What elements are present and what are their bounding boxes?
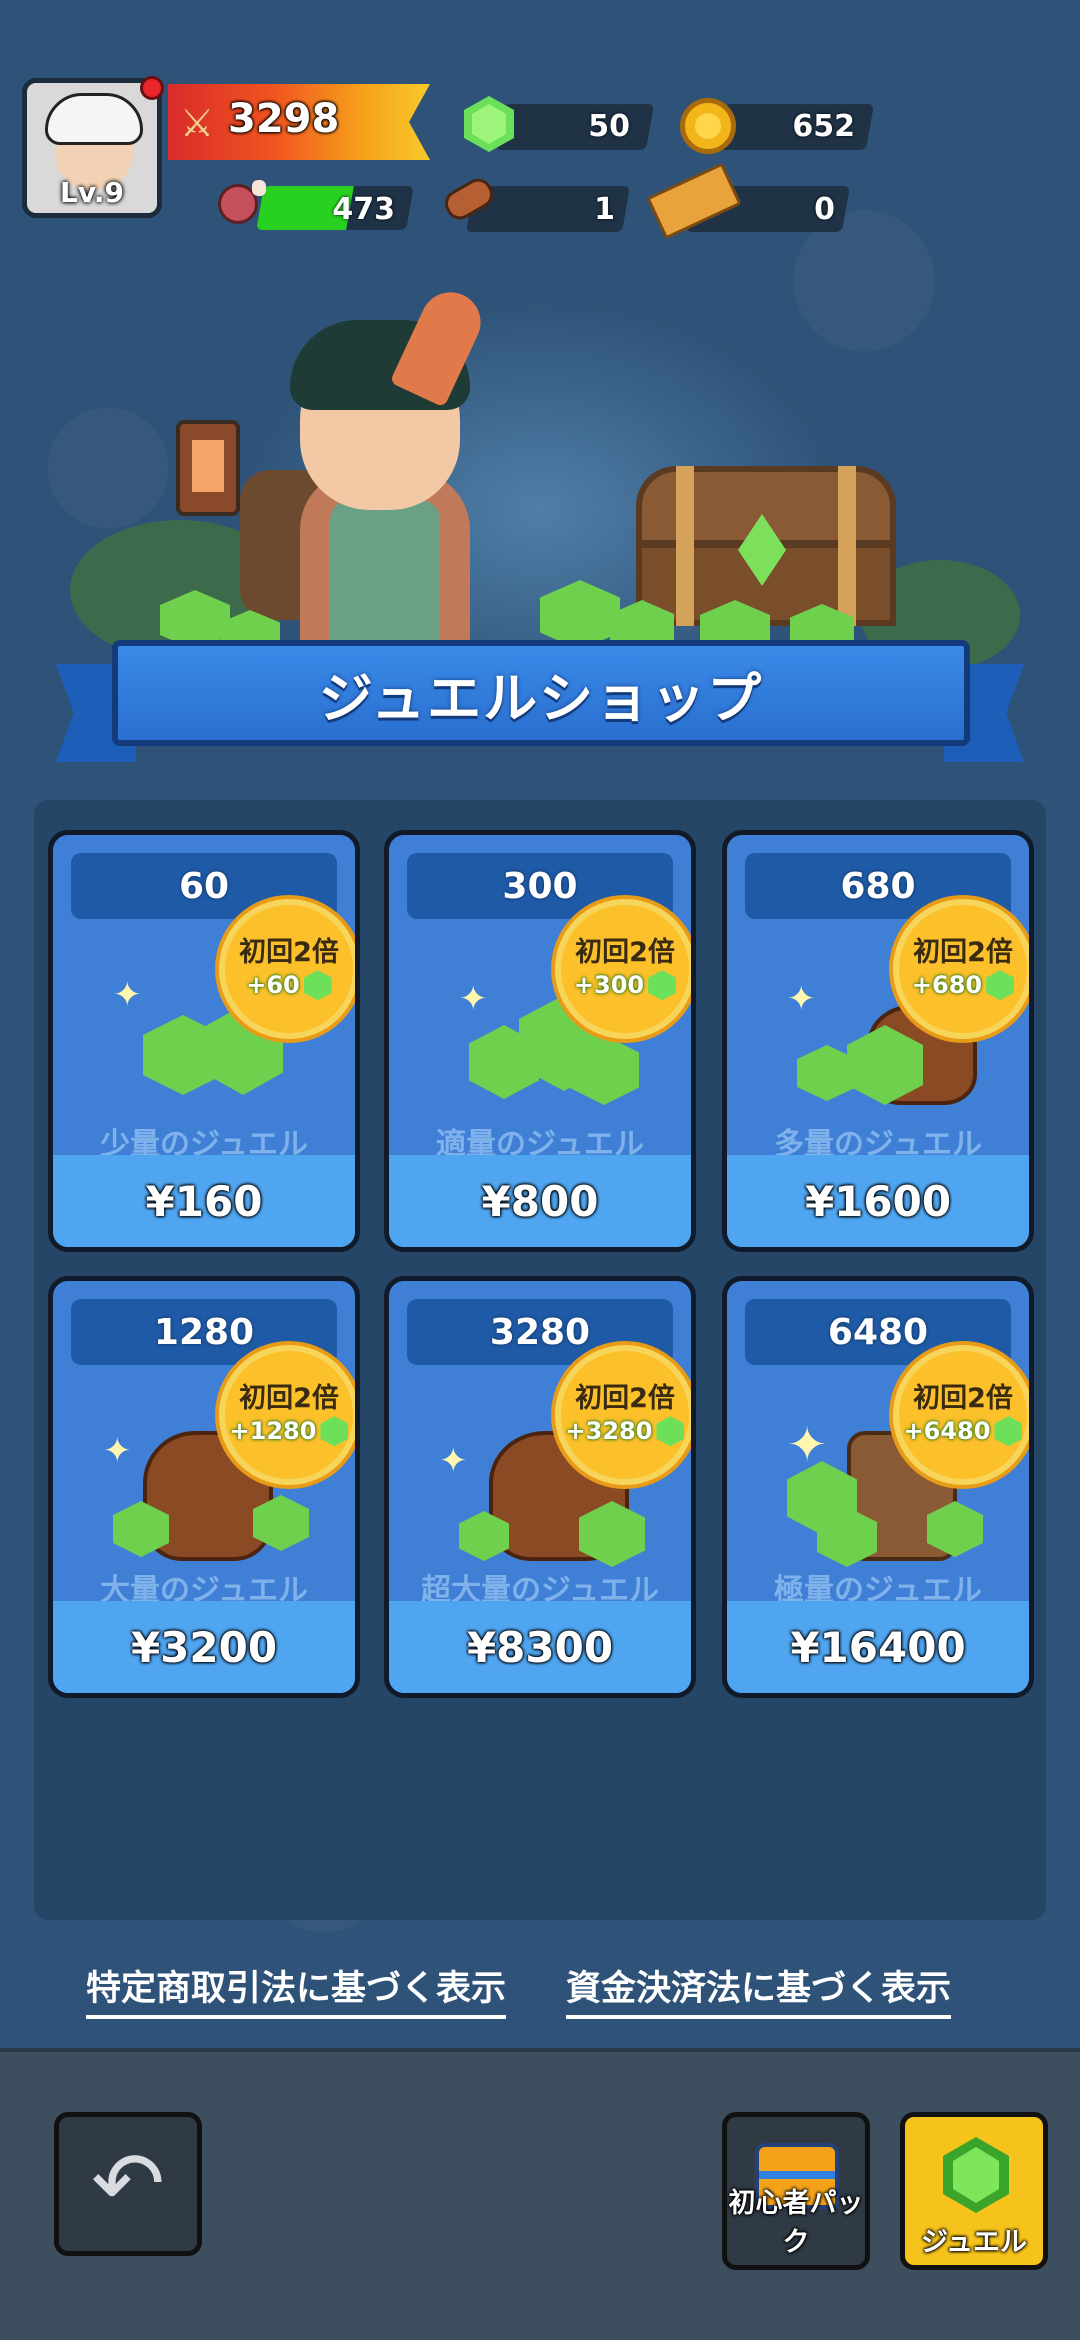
payment-law-link[interactable]: 資金決済法に基づく表示 <box>566 1960 952 2019</box>
gem-icon <box>648 970 677 1001</box>
jewel-pack-card[interactable]: 60 ✦ 少量のジュエル ¥160 初回2倍 +60 <box>48 830 360 1252</box>
crossed-swords-icon: ⚔ <box>180 101 215 145</box>
hero-character-image <box>260 282 500 670</box>
notification-dot <box>140 76 164 100</box>
bonus-amount: +6480 <box>903 1416 991 1445</box>
log-icon <box>439 173 499 225</box>
starter-pack-button[interactable]: 初心者パック <box>722 2112 870 2270</box>
jewel-price[interactable]: ¥8300 <box>389 1601 691 1693</box>
first-purchase-bonus-badge: 初回2倍 +300 <box>555 899 691 1039</box>
first-purchase-bonus-badge: 初回2倍 +680 <box>893 899 1029 1039</box>
jewel-tab-button[interactable]: ジュエル <box>900 2112 1048 2270</box>
bonus-label: 初回2倍 <box>575 937 675 969</box>
lantern-image <box>176 420 240 516</box>
first-purchase-bonus-badge: 初回2倍 +60 <box>219 899 355 1039</box>
combat-power-value: 3298 <box>228 96 340 142</box>
bonus-amount: +1280 <box>229 1416 317 1445</box>
stamina-value: 473 <box>332 192 395 227</box>
bonus-amount: +3280 <box>565 1416 653 1445</box>
bonus-amount: +300 <box>573 970 645 999</box>
avatar-hair <box>45 93 143 145</box>
jewel-pack-card[interactable]: 680 ✦ 多量のジュエル ¥1600 初回2倍 +680 <box>722 830 1034 1252</box>
log-counter: 1 <box>594 192 615 227</box>
bonus-label: 初回2倍 <box>239 1383 339 1415</box>
gem-counter: 50 <box>588 109 630 144</box>
gem-icon <box>986 970 1015 1001</box>
player-level: Lv.9 <box>60 176 124 209</box>
jewel-pack-card[interactable]: 3280 ✦ 超大量のジュエル ¥8300 初回2倍 +3280 <box>384 1276 696 1698</box>
bonus-label: 初回2倍 <box>239 937 339 969</box>
back-button[interactable]: ↶ <box>54 2112 202 2256</box>
jewel-price[interactable]: ¥16400 <box>727 1601 1029 1693</box>
gem-icon <box>303 970 332 1001</box>
jewel-price[interactable]: ¥800 <box>389 1155 691 1247</box>
commerce-law-link[interactable]: 特定商取引法に基づく表示 <box>86 1960 507 2019</box>
gem-icon <box>656 1416 685 1447</box>
treasure-chest-image <box>636 466 896 626</box>
meat-icon <box>218 180 268 226</box>
gem-icon <box>994 1416 1023 1447</box>
coin-icon <box>680 98 736 154</box>
gem-icon <box>943 2137 1009 2213</box>
first-purchase-bonus-badge: 初回2倍 +3280 <box>555 1345 691 1485</box>
bonus-amount: +60 <box>246 970 300 999</box>
starter-pack-label: 初心者パック <box>728 2188 864 2258</box>
jewel-price[interactable]: ¥160 <box>53 1155 355 1247</box>
jewel-price[interactable]: ¥1600 <box>727 1155 1029 1247</box>
gem-icon <box>320 1416 349 1447</box>
ticket-counter: 0 <box>814 192 835 227</box>
jewel-pack-card[interactable]: 1280 ✦ 大量のジュエル ¥3200 初回2倍 +1280 <box>48 1276 360 1698</box>
jewel-tab-label: ジュエル <box>920 2227 1028 2258</box>
bonus-amount: +680 <box>911 970 983 999</box>
jewel-price[interactable]: ¥3200 <box>53 1601 355 1693</box>
back-arrow-icon: ↶ <box>91 2132 165 2235</box>
first-purchase-bonus-badge: 初回2倍 +1280 <box>219 1345 355 1485</box>
bonus-label: 初回2倍 <box>575 1383 675 1415</box>
jewel-pack-card[interactable]: 300 ✦ 適量のジュエル ¥800 初回2倍 +300 <box>384 830 696 1252</box>
player-avatar[interactable]: Lv.9 <box>22 78 162 218</box>
bonus-label: 初回2倍 <box>913 937 1013 969</box>
shop-title: ジュエルショップ <box>318 666 764 730</box>
first-purchase-bonus-badge: 初回2倍 +6480 <box>893 1345 1029 1485</box>
coin-counter: 652 <box>792 109 855 144</box>
shop-title-banner: ジュエルショップ <box>112 640 970 746</box>
bonus-label: 初回2倍 <box>913 1383 1013 1415</box>
jewel-pack-card[interactable]: 6480 ✦ 極量のジュエル ¥16400 初回2倍 +6480 <box>722 1276 1034 1698</box>
